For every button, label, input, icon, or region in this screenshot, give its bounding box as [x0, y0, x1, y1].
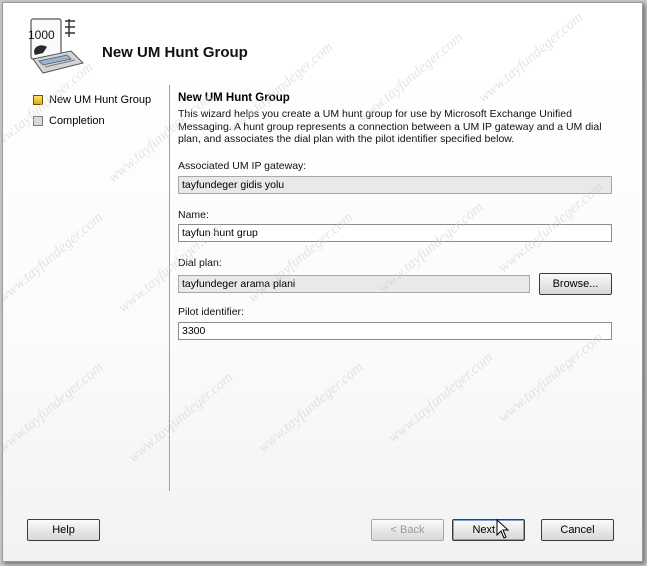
- name-label: Name:: [178, 209, 209, 221]
- pilot-identifier-input[interactable]: [178, 322, 612, 340]
- gateway-field: [178, 176, 612, 194]
- wizard-window: 1000 New UM Hunt Group New UM Hunt Group…: [2, 2, 643, 562]
- pilot-identifier-label: Pilot identifier:: [178, 306, 244, 318]
- help-button[interactable]: Help: [27, 519, 100, 541]
- wizard-steps: New UM Hunt Group Completion: [3, 83, 168, 493]
- phone-directory-icon: 1000: [28, 18, 84, 74]
- step-label: Completion: [49, 115, 105, 127]
- name-input[interactable]: [178, 224, 612, 242]
- gateway-label: Associated UM IP gateway:: [178, 160, 307, 172]
- pending-step-icon: [33, 116, 43, 126]
- wizard-header: 1000 New UM Hunt Group: [3, 3, 642, 83]
- next-button[interactable]: Next >: [452, 519, 525, 541]
- sidebar-divider: [169, 85, 170, 491]
- step-label: New UM Hunt Group: [49, 94, 152, 106]
- dial-plan-field: [178, 275, 530, 293]
- page-description: This wizard helps you create a UM hunt g…: [178, 108, 602, 145]
- browse-button[interactable]: Browse...: [539, 273, 612, 295]
- mouse-cursor-icon: [496, 519, 510, 539]
- page-title: New UM Hunt Group: [178, 92, 290, 104]
- svg-text:1000: 1000: [28, 28, 55, 42]
- step-completion[interactable]: Completion: [33, 113, 105, 129]
- wizard-title: New UM Hunt Group: [102, 44, 248, 61]
- cancel-button[interactable]: Cancel: [541, 519, 614, 541]
- back-button[interactable]: < Back: [371, 519, 444, 541]
- watermark-text: www.tayfundeger.com: [255, 359, 366, 456]
- watermark-text: www.tayfundeger.com: [495, 329, 606, 426]
- watermark-text: www.tayfundeger.com: [385, 349, 496, 446]
- dial-plan-label: Dial plan:: [178, 257, 222, 269]
- step-new-um-hunt-group[interactable]: New UM Hunt Group: [33, 92, 151, 108]
- active-step-icon: [33, 95, 43, 105]
